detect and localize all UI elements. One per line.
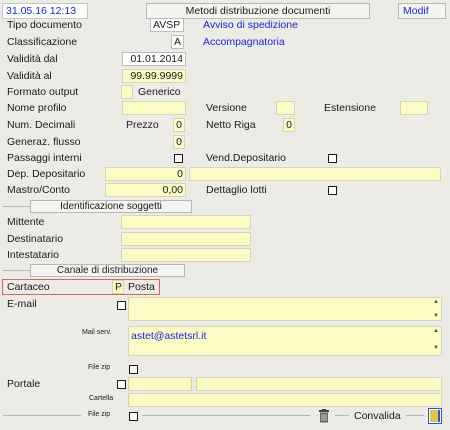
portale-field-1[interactable] xyxy=(128,377,192,391)
validita-dal-label: Validità dal xyxy=(7,53,58,65)
mittente-field[interactable] xyxy=(121,215,251,229)
mail-serv-value: astet@astetsrl.it xyxy=(131,330,207,342)
intestatario-label: Intestatario xyxy=(7,249,59,261)
file-zip-label: File zip xyxy=(88,364,111,371)
dep-depositario-desc-field[interactable] xyxy=(189,167,441,181)
vend-depositario-checkbox[interactable] xyxy=(328,154,337,163)
mastro-conto-label: Mastro/Conto xyxy=(7,184,71,196)
cartaceo-code-field[interactable]: P xyxy=(112,280,124,294)
portale-field-2[interactable] xyxy=(196,377,442,391)
canale-section-header: Canale di distribuzione xyxy=(30,264,185,277)
mittente-label: Mittente xyxy=(7,216,45,228)
footer-divider-line xyxy=(335,415,349,416)
mail-serv-field[interactable]: astet@astetsrl.it xyxy=(128,326,442,356)
nome-profilo-label: Nome profilo xyxy=(7,102,67,114)
estensione-field[interactable] xyxy=(400,101,428,115)
convalida-button[interactable]: Convalida xyxy=(354,409,401,423)
netto-riga-field[interactable]: 0 xyxy=(283,118,295,132)
destinatario-label: Destinatario xyxy=(7,233,64,245)
passaggi-interni-label: Passaggi interni xyxy=(7,152,82,164)
classificazione-field[interactable]: A xyxy=(171,35,184,49)
destinatario-field[interactable] xyxy=(121,232,251,246)
vend-depositario-label: Vend.Depositario xyxy=(206,152,286,164)
validita-dal-field[interactable]: 01.01.2014 xyxy=(122,52,186,66)
email-label: E-mail xyxy=(7,298,37,310)
portale-checkbox[interactable] xyxy=(117,380,126,389)
soggetti-section-header: Identificazione soggetti xyxy=(30,200,192,213)
file-zip-checkbox[interactable] xyxy=(129,365,138,374)
num-decimali-label: Num. Decimali xyxy=(7,119,76,131)
dep-depositario-label: Dep. Depositario xyxy=(7,168,86,180)
netto-riga-label: Netto Riga xyxy=(206,119,256,131)
trash-icon[interactable] xyxy=(318,409,330,423)
mail-serv-label: Mail serv. xyxy=(82,329,112,336)
cartaceo-label: Cartaceo xyxy=(7,281,50,293)
tipo-documento-field[interactable]: AVSP xyxy=(150,18,184,32)
prezzo-label: Prezzo xyxy=(126,119,159,131)
validita-al-field[interactable]: 99.99.9999 xyxy=(122,69,186,83)
cartaceo-desc: Posta xyxy=(128,281,155,293)
mastro-conto-field[interactable]: 0,00 xyxy=(105,183,186,197)
generaz-flusso-field[interactable]: 0 xyxy=(173,135,185,149)
datetime-text: 31.05.16 12:13 xyxy=(6,5,77,17)
footer-divider-line xyxy=(142,415,310,416)
passaggi-interni-checkbox[interactable] xyxy=(174,154,183,163)
prezzo-field[interactable]: 0 xyxy=(173,118,185,132)
cartella-label: Cartella xyxy=(89,395,114,402)
cartella-field[interactable] xyxy=(128,393,442,407)
email-checkbox[interactable] xyxy=(117,301,126,310)
email-field[interactable] xyxy=(128,297,442,321)
file-zip-label: File zip xyxy=(88,411,111,418)
tipo-documento-desc: Avviso di spedizione xyxy=(203,19,298,31)
scroll-down-icon[interactable]: ▼ xyxy=(433,313,439,319)
dettaglio-lotti-checkbox[interactable] xyxy=(328,186,337,195)
formato-output-label: Formato output xyxy=(7,86,79,98)
dettaglio-lotti-label: Dettaglio lotti xyxy=(206,184,267,196)
window-title: Metodi distribuzione documenti xyxy=(146,3,370,19)
scroll-up-icon[interactable]: ▲ xyxy=(433,299,439,305)
generaz-flusso-label: Generaz. flusso xyxy=(7,136,81,148)
tipo-documento-label: Tipo documento xyxy=(7,19,82,31)
footer-divider-line xyxy=(3,415,81,416)
versione-label: Versione xyxy=(206,102,247,114)
file-zip-checkbox[interactable] xyxy=(129,412,138,421)
validita-al-label: Validità al xyxy=(7,70,52,82)
divider-line xyxy=(3,206,30,207)
portale-label: Portale xyxy=(7,378,41,390)
versione-field[interactable] xyxy=(276,101,295,115)
nome-profilo-field[interactable] xyxy=(122,101,186,115)
intestatario-field[interactable] xyxy=(121,248,251,262)
estensione-label: Estensione xyxy=(324,102,376,114)
scroll-up-icon[interactable]: ▲ xyxy=(433,328,439,334)
mode-text: Modif xyxy=(403,5,429,17)
datetime-box: 31.05.16 12:13 xyxy=(2,3,88,19)
formato-output-desc: Generico xyxy=(138,86,181,98)
exit-door-icon[interactable] xyxy=(428,408,442,424)
footer-divider-line xyxy=(406,415,424,416)
scroll-down-icon[interactable]: ▼ xyxy=(433,345,439,351)
classificazione-desc: Accompagnatoria xyxy=(203,36,285,48)
mode-indicator: Modif xyxy=(398,3,446,19)
dep-depositario-field[interactable]: 0 xyxy=(105,167,186,181)
formato-output-field[interactable] xyxy=(121,85,133,99)
divider-line xyxy=(3,270,30,271)
classificazione-label: Classificazione xyxy=(7,36,78,48)
